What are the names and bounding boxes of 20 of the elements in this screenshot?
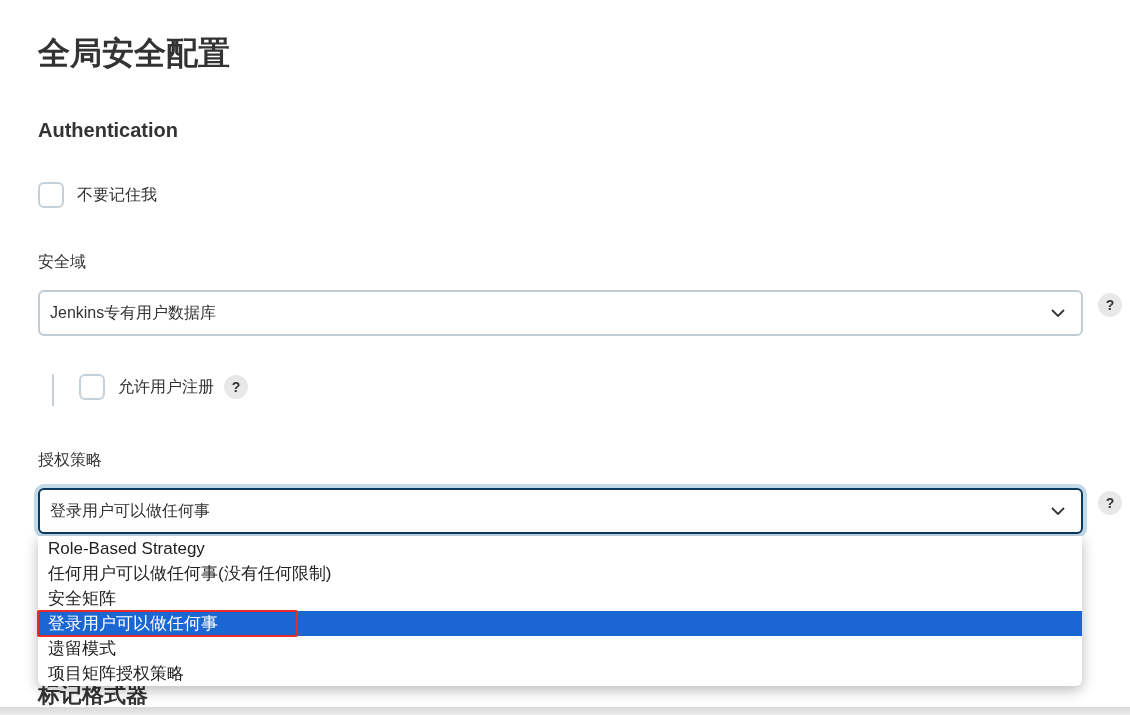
dropdown-option[interactable]: Role-Based Strategy: [38, 536, 1082, 561]
dropdown-option[interactable]: 安全矩阵: [38, 586, 1082, 611]
dropdown-option[interactable]: 登录用户可以做任何事: [38, 611, 1082, 636]
help-button[interactable]: ?: [1098, 491, 1122, 515]
field-label: 授权策略: [38, 450, 102, 470]
dropdown-option[interactable]: 项目矩阵授权策略: [38, 661, 1082, 686]
field-label: 安全域: [38, 252, 86, 272]
page-title: 全局安全配置: [38, 34, 230, 73]
dropdown-option[interactable]: 任何用户可以做任何事(没有任何限制): [38, 561, 1082, 586]
dropdown-option[interactable]: 遗留模式: [38, 636, 1082, 661]
section-heading: Authentication: [38, 118, 178, 143]
checkbox[interactable]: [79, 374, 105, 400]
chevron-down-icon: [1051, 507, 1065, 515]
help-button[interactable]: ?: [1098, 293, 1122, 317]
checkbox[interactable]: [38, 182, 64, 208]
checkbox-label[interactable]: 不要记住我: [77, 183, 157, 207]
chevron-down-icon: [1051, 309, 1065, 317]
checkbox-label[interactable]: 允许用户注册: [118, 375, 214, 399]
dropdown-select[interactable]: Jenkins专有用户数据库: [38, 290, 1083, 336]
help-button[interactable]: ?: [224, 375, 248, 399]
